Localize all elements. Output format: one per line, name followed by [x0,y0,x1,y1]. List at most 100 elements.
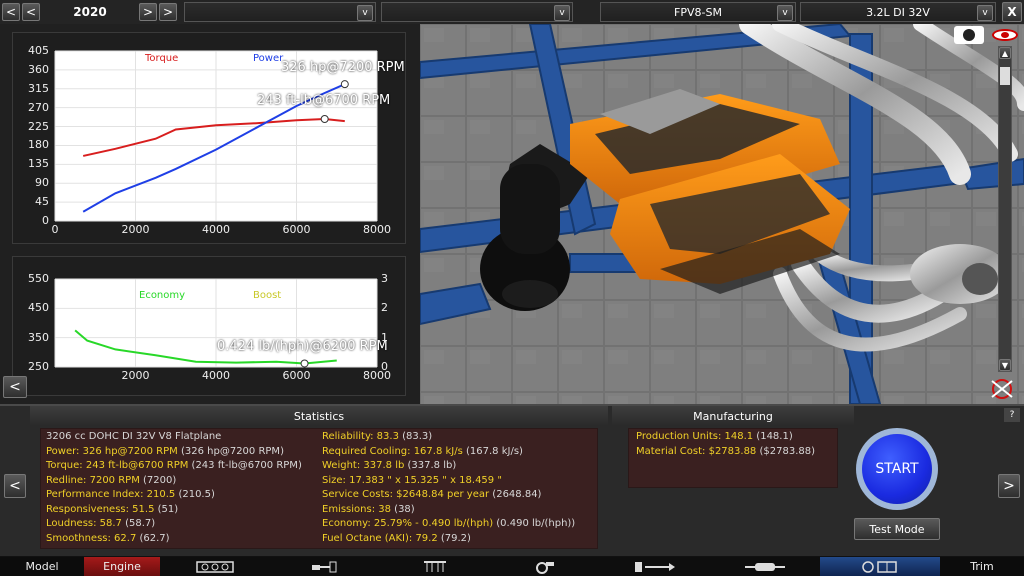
stat-baseline: (243 ft-lb@6700 RPM) [188,460,302,471]
prev-section-button[interactable]: < [4,474,26,498]
engine-3d-viewport[interactable]: ▲ ▼ [420,24,1024,404]
stat-value: Fuel Octane (AKI): 79.2 [322,532,438,544]
legend-economy: Economy [139,290,186,301]
start-button[interactable]: START [862,434,932,504]
y-tick-label: 225 [28,119,49,133]
reset-view-icon[interactable] [986,378,1018,400]
nav-fuel-icon[interactable] [600,557,710,576]
statistics-title: Statistics [30,406,608,426]
engine-render-image [420,24,1024,404]
stat-row: Fuel Octane (AKI): 79.2 (79.2) [322,532,471,547]
stat-baseline: (58.7) [121,518,156,529]
stat-row: Required Cooling: 167.8 kJ/s (167.8 kJ/s… [322,445,523,460]
legend-torque: Torque [145,53,179,64]
engine-variant-value: 3.2L DI 32V [866,5,930,19]
help-button[interactable]: ? [1004,408,1020,422]
next-section-button[interactable]: > [998,474,1020,498]
y-tick-label: 135 [28,157,49,171]
nav-block-icon[interactable] [160,557,270,576]
manufacturing-title: Manufacturing [612,406,854,426]
stat-baseline: (0.490 lb/(hph)) [493,518,576,529]
economy-annotation: 0.424 lb/(hph)@6200 RPM [217,339,388,354]
year-prev-fast-button[interactable]: < [22,3,40,21]
camera-icon[interactable] [954,26,984,44]
engine-family-value: FPV8-SM [674,5,722,19]
stat-row: Reliability: 83.3 (83.3) [322,430,432,445]
year-prev-button[interactable]: < [2,3,20,21]
selector-dropdown-1[interactable]: v [184,2,376,22]
stat-baseline: (326 hp@7200 RPM) [177,445,284,457]
nav-engine[interactable]: Engine [84,557,160,576]
manufacturing-rows: Production Units: 148.1 (148.1) Material … [636,430,836,464]
chevron-down-icon[interactable]: v [777,5,793,21]
chevron-down-icon[interactable]: v [554,5,570,21]
nav-crank-icon[interactable] [270,557,380,576]
stat-value: 3206 cc DOHC DI 32V V8 Flatplane [46,431,222,442]
test-mode-button[interactable]: Test Mode [854,518,940,540]
power-peak-marker [340,80,349,89]
engine-variant-dropdown[interactable]: 3.2L DI 32V v [800,2,996,22]
stat-row: Weight: 337.8 lb (337.8 lb) [322,459,456,474]
power-peak-annotation: 326 hp@7200 RPM [281,60,405,75]
year-next-button[interactable]: > [139,3,157,21]
stat-row: Performance Index: 210.5 (210.5) [46,488,215,503]
y-tick-label-left: 450 [28,301,49,315]
torque-peak-annotation: 243 ft-lb@6700 RPM [257,93,391,108]
stat-row: 3206 cc DOHC DI 32V V8 Flatplane [46,430,221,445]
y-tick-label: 90 [35,176,49,190]
close-button[interactable]: X [1002,2,1022,22]
stat-baseline: (51) [154,503,179,515]
nav-heads-icon[interactable] [380,557,490,576]
stat-row: Emissions: 38 (38) [322,503,415,518]
x-tick-label: 2000 [121,369,150,382]
economy-boost-chart: Economy Boost 0.424 lb/(hph)@6200 RPM 55… [12,256,406,396]
zoom-scrollbar[interactable]: ▲ ▼ [998,46,1012,372]
engine-family-dropdown[interactable]: FPV8-SM v [600,2,796,22]
zoom-scroll-thumb[interactable] [1000,67,1010,85]
stat-value: Performance Index: 210.5 [46,489,176,500]
nav-tuning-icon[interactable] [820,557,940,576]
stat-row: Redline: 7200 RPM (7200) [46,474,176,489]
torque-peak-marker [320,115,329,123]
x-tick-label: 8000 [363,223,391,236]
collapse-charts-button[interactable]: < [3,376,27,398]
stat-baseline: (337.8 lb) [404,460,457,471]
nav-turbo-icon[interactable] [490,557,600,576]
chevron-up-icon[interactable]: ▲ [999,47,1011,59]
x-tick-label: 4000 [202,369,230,382]
x-tick-label: 8000 [363,369,391,382]
stat-value: Reliability: 83.3 [322,431,399,442]
year-next-fast-button[interactable]: > [159,3,177,21]
stat-value: Redline: 7200 RPM [46,474,140,486]
stat-row: Size: 17.383 " x 15.325 " x 18.459 " [322,474,502,489]
torque-power-chart: Torque Power 326 hp@7200 RPM 243 ft-lb@6… [12,32,406,244]
statistics-column-1: 3206 cc DOHC DI 32V V8 Flatplane Power: 3… [46,430,321,548]
stat-row: Loudness: 58.7 (58.7) [46,517,155,532]
stat-row: Power: 326 hp@7200 RPM (326 hp@7200 RPM) [46,445,284,460]
stat-baseline: (167.8 kJ/s) [462,445,523,457]
stat-value: Smoothness: 62.7 [46,532,137,544]
stat-value: Torque: 243 ft-lb@6700 RPM [46,460,189,471]
y-tick-label: 360 [28,62,49,76]
y-tick-label: 270 [28,100,49,114]
nav-exhaust-icon[interactable] [710,557,820,576]
chevron-down-icon[interactable]: v [977,5,993,21]
x-tick-label: 6000 [282,369,311,382]
stat-row: Material Cost: $2783.88 ($2783.88) [636,445,815,460]
stat-value: Weight: 337.8 lb [322,460,405,471]
start-button-ring: START [856,428,938,510]
eye-icon[interactable] [990,26,1020,44]
nav-model[interactable]: Model [0,557,84,576]
chevron-down-icon[interactable]: ▼ [999,359,1011,371]
stat-row: Torque: 243 ft-lb@6700 RPM (243 ft-lb@67… [46,459,302,474]
stat-value: Service Costs: $2648.84 per year [322,489,490,500]
y-tick-label: 180 [28,138,49,152]
statistics-column-2: Reliability: 83.3 (83.3) Required Cooling… [322,430,596,548]
stat-value: Power: 326 hp@7200 RPM [46,445,178,457]
selector-dropdown-2[interactable]: v [381,2,573,22]
nav-trim[interactable]: Trim [940,557,1024,576]
y-tick-label-right: 3 [381,272,388,285]
x-tick-label: 0 [51,223,59,236]
chevron-down-icon[interactable]: v [357,5,373,21]
stat-baseline: (210.5) [175,489,215,500]
